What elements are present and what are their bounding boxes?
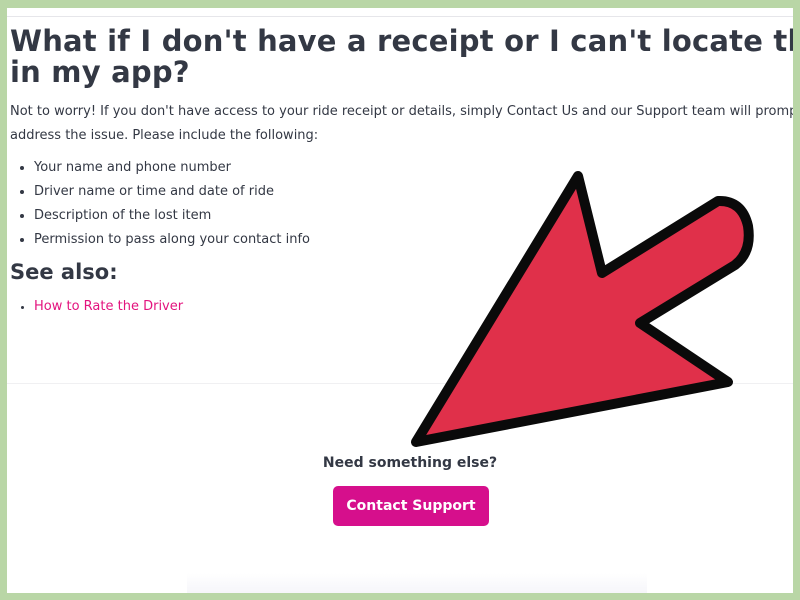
list-item: Driver name or time and date of ride bbox=[10, 180, 793, 204]
section-divider bbox=[7, 383, 793, 384]
list-item: Your name and phone number bbox=[10, 156, 793, 180]
contact-support-button[interactable]: Contact Support bbox=[333, 486, 489, 526]
list-item: Permission to pass along your contact in… bbox=[10, 228, 793, 252]
need-something-else-text: Need something else? bbox=[322, 455, 498, 471]
article: What if I don't have a receipt or I can'… bbox=[10, 26, 793, 319]
intro-paragraph: Not to worry! If you don't have access t… bbox=[10, 100, 793, 148]
list-item: Description of the lost item bbox=[10, 204, 793, 228]
heading-line-1: What if I don't have a receipt or I can'… bbox=[10, 24, 793, 58]
see-also-heading: See also: bbox=[10, 260, 118, 284]
requirements-list: Your name and phone number Driver name o… bbox=[10, 156, 793, 252]
top-divider bbox=[7, 16, 793, 17]
footer-band bbox=[187, 573, 647, 593]
intro-line-2: address the issue. Please include the fo… bbox=[10, 128, 319, 143]
rate-driver-link[interactable]: How to Rate the Driver bbox=[34, 299, 183, 314]
heading-line-2: in my app? bbox=[10, 55, 190, 89]
article-heading: What if I don't have a receipt or I can'… bbox=[10, 26, 793, 88]
page-frame: What if I don't have a receipt or I can'… bbox=[7, 8, 793, 593]
see-also-item: How to Rate the Driver bbox=[10, 295, 793, 319]
see-also-list: How to Rate the Driver bbox=[10, 295, 793, 319]
intro-line-1: Not to worry! If you don't have access t… bbox=[10, 104, 793, 119]
